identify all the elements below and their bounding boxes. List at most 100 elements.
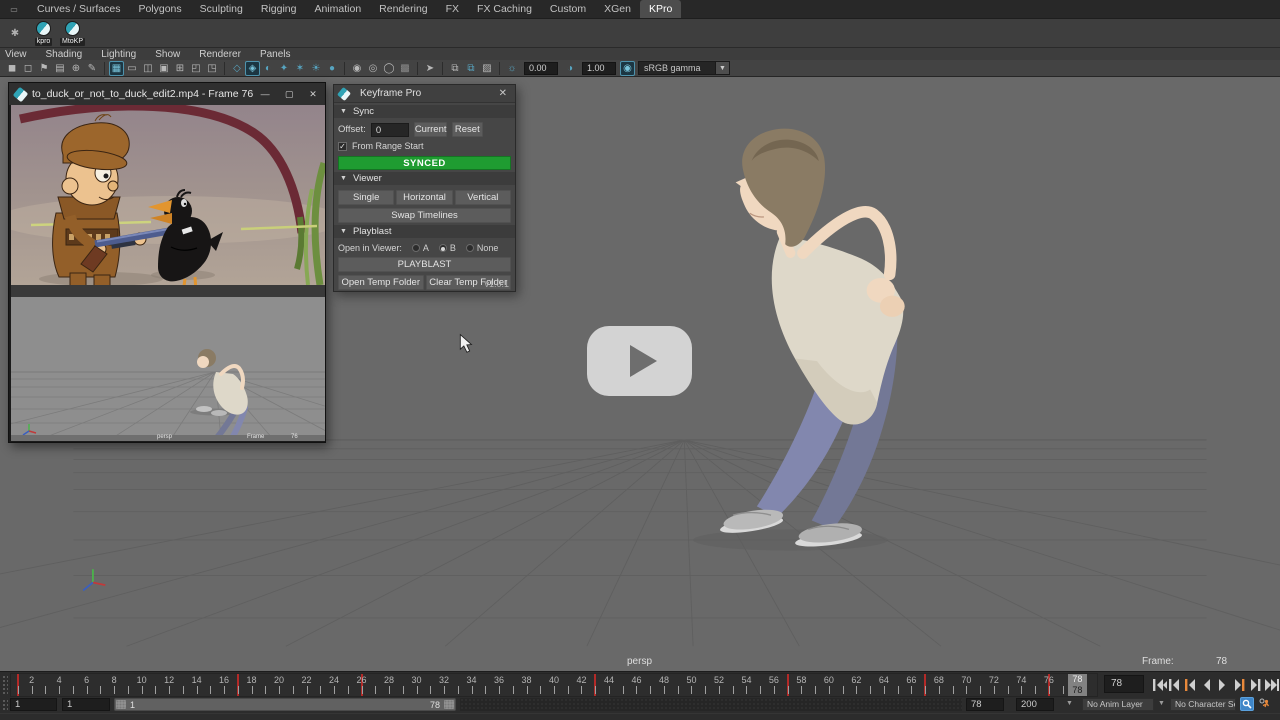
from-range-start-checkbox[interactable]: ✓: [338, 142, 347, 151]
animation-start-field[interactable]: 1: [10, 698, 57, 711]
close-icon[interactable]: ✕: [496, 88, 510, 99]
shadows-icon[interactable]: ✶: [292, 61, 308, 76]
depth-of-field-icon[interactable]: ◎: [365, 61, 381, 76]
shelf-button-mtokp[interactable]: MtoKP: [59, 19, 86, 47]
color-management-icon[interactable]: ◉: [620, 61, 635, 76]
offset-field[interactable]: 0: [371, 123, 409, 137]
range-grip-handle[interactable]: [2, 699, 8, 711]
shelf-tab-fx[interactable]: FX: [437, 0, 468, 18]
close-icon[interactable]: ✕: [301, 83, 325, 105]
viewer-radio-a[interactable]: [412, 244, 420, 252]
timeline-current-frame[interactable]: 7878: [1068, 674, 1088, 697]
shelf-tab-kpro[interactable]: KPro: [640, 0, 681, 18]
animation-preferences-icon[interactable]: [1257, 697, 1272, 711]
panel-menu-shading[interactable]: Shading: [46, 49, 83, 60]
shaded-icon[interactable]: ◈: [245, 61, 260, 76]
go-to-start-button[interactable]: [1151, 676, 1167, 694]
current-time-field[interactable]: 78: [1104, 675, 1144, 693]
playblast-section-header[interactable]: ▼ Playblast: [334, 225, 515, 238]
lighting-icon[interactable]: ✦: [276, 61, 292, 76]
isolate-select-icon[interactable]: ◯: [381, 61, 397, 76]
shelf-tab-custom[interactable]: Custom: [541, 0, 595, 18]
go-to-end-button[interactable]: [1263, 676, 1279, 694]
synced-button[interactable]: SYNCED: [338, 156, 511, 170]
current-button[interactable]: Current: [414, 122, 447, 137]
auto-keyframe-icon[interactable]: [1240, 697, 1254, 711]
shelf-tab-sculpting[interactable]: Sculpting: [191, 0, 252, 18]
step-forward-key-button[interactable]: [1231, 676, 1247, 694]
minimize-icon[interactable]: —: [253, 83, 277, 105]
step-forward-frame-button[interactable]: [1247, 676, 1263, 694]
chevron-down-icon[interactable]: ▼: [716, 61, 730, 75]
single-viewer-button[interactable]: Single: [338, 190, 394, 205]
multisample-icon[interactable]: ◉: [349, 61, 365, 76]
swap-timelines-button[interactable]: Swap Timelines: [338, 208, 511, 223]
timeline-grip-handle[interactable]: [2, 675, 8, 695]
animation-end-field[interactable]: 200: [1016, 698, 1054, 711]
play-forwards-button[interactable]: [1215, 676, 1231, 694]
grid-icon[interactable]: ▦: [109, 61, 124, 76]
open-temp-folder-button[interactable]: Open Temp Folder: [338, 275, 424, 290]
cursor-tool-icon[interactable]: ➤: [422, 61, 438, 76]
safe-title-icon[interactable]: ◳: [204, 61, 220, 76]
shelf-tab-fx-caching[interactable]: FX Caching: [468, 0, 541, 18]
panel-menu-lighting[interactable]: Lighting: [101, 49, 136, 60]
chevron-down-icon[interactable]: ▼: [1066, 700, 1073, 707]
wireframe-icon[interactable]: ◇: [229, 61, 245, 76]
shelf-button-kpro[interactable]: kpro: [30, 19, 57, 47]
range-start-handle[interactable]: [116, 700, 126, 709]
video-window-titlebar[interactable]: to_duck_or_not_to_duck_edit2.mp4 - Frame…: [9, 83, 325, 105]
step-back-frame-button[interactable]: [1167, 676, 1183, 694]
reset-button[interactable]: Reset: [452, 122, 483, 137]
resolution-gate-icon[interactable]: ◫: [140, 61, 156, 76]
panel-menu-view[interactable]: View: [5, 49, 27, 60]
viewer-radio-none[interactable]: [466, 244, 474, 252]
maximize-icon[interactable]: ▢: [277, 83, 301, 105]
pan-zoom-icon[interactable]: ⊕: [68, 61, 84, 76]
snapshot-icon[interactable]: ⧉: [447, 61, 463, 76]
exposure-icon[interactable]: ☼: [504, 61, 520, 76]
playback-end-field[interactable]: 78: [966, 698, 1004, 711]
bookmark-icon[interactable]: ⚑: [36, 61, 52, 76]
sync-section-header[interactable]: ▼ Sync: [334, 105, 515, 118]
exposure-field[interactable]: 0.00: [524, 62, 558, 75]
panel-menu-show[interactable]: Show: [155, 49, 180, 60]
image-plane-icon[interactable]: ▤: [52, 61, 68, 76]
viewer-radio-b[interactable]: [439, 244, 447, 252]
lock-camera-icon[interactable]: ◻: [20, 61, 36, 76]
video-play-button[interactable]: [587, 326, 692, 396]
grease-pencil-icon[interactable]: ✎: [84, 61, 100, 76]
xray-icon[interactable]: ▩: [397, 61, 413, 76]
panel-menu-renderer[interactable]: Renderer: [199, 49, 241, 60]
playback-start-field[interactable]: 1: [62, 698, 110, 711]
motion-blur-icon[interactable]: ●: [324, 61, 340, 76]
anim-layer-menu[interactable]: No Anim Layer: [1082, 698, 1154, 711]
panel-menu-panels[interactable]: Panels: [260, 49, 291, 60]
keyframe-pro-titlebar[interactable]: Keyframe Pro ✕: [334, 85, 515, 103]
play-backwards-button[interactable]: [1199, 676, 1215, 694]
contrast-icon[interactable]: ◑: [562, 61, 578, 76]
textured-icon[interactable]: ◐: [260, 61, 276, 76]
shelf-menu-icon[interactable]: ▭: [0, 0, 28, 18]
video-reference-window[interactable]: to_duck_or_not_to_duck_edit2.mp4 - Frame…: [8, 82, 326, 443]
playblast-button[interactable]: PLAYBLAST: [338, 257, 511, 272]
gate-mask-icon[interactable]: ▣: [156, 61, 172, 76]
field-chart-icon[interactable]: ⊞: [172, 61, 188, 76]
character-set-menu[interactable]: No Character Set: [1170, 698, 1236, 711]
vertical-viewer-button[interactable]: Vertical: [455, 190, 511, 205]
shelf-tab-animation[interactable]: Animation: [305, 0, 370, 18]
safe-action-icon[interactable]: ◰: [188, 61, 204, 76]
film-gate-icon[interactable]: ▭: [124, 61, 140, 76]
shelf-tab-curves-surfaces[interactable]: Curves / Surfaces: [28, 0, 129, 18]
viewer-section-header[interactable]: ▼ Viewer: [334, 172, 515, 185]
shelf-tab-polygons[interactable]: Polygons: [129, 0, 190, 18]
chevron-down-icon[interactable]: ▼: [1158, 700, 1165, 707]
ambient-occlusion-icon[interactable]: ☀: [308, 61, 324, 76]
gamma-field[interactable]: 1.00: [582, 62, 616, 75]
range-end-handle[interactable]: [444, 700, 454, 709]
shelf-tab-rigging[interactable]: Rigging: [252, 0, 306, 18]
select-camera-icon[interactable]: ◼: [4, 61, 20, 76]
playback-range-slider[interactable]: 1 78: [114, 698, 456, 711]
step-back-key-button[interactable]: [1183, 676, 1199, 694]
shelf-tab-xgen[interactable]: XGen: [595, 0, 640, 18]
